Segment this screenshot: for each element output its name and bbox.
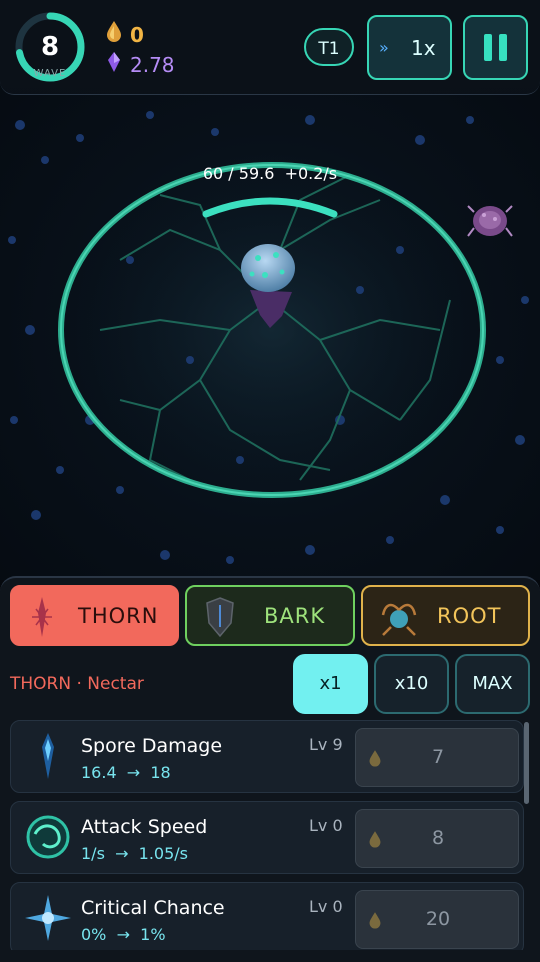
multiplier-max-button[interactable]: MAX xyxy=(455,654,530,714)
upgrade-name: Critical Chance xyxy=(81,897,225,919)
root-orb-icon xyxy=(381,597,417,642)
upgrade-stat-change: 1/s → 1.05/s xyxy=(81,844,189,863)
stat-current: 1/s xyxy=(81,844,105,863)
tab-thorn-label: THORN xyxy=(78,604,159,628)
bark-shield-icon xyxy=(205,597,235,642)
tab-thorn[interactable]: THORN xyxy=(10,585,179,646)
multiplier-x10-button[interactable]: x10 xyxy=(374,654,449,714)
essence-crystal-icon xyxy=(104,52,124,77)
stat-next: 1% xyxy=(140,925,166,944)
tab-root-label: ROOT xyxy=(437,604,502,628)
tier-button[interactable]: T1 xyxy=(304,28,354,66)
pause-button[interactable] xyxy=(463,15,528,80)
upgrade-stat-change: 0% → 1% xyxy=(81,925,166,944)
upgrade-row-spore-damage[interactable]: Spore Damage Lv 9 16.4 → 18 7 xyxy=(10,720,524,793)
upgrade-cost: 8 xyxy=(431,827,445,849)
tab-root[interactable]: ROOT xyxy=(361,585,530,646)
upgrade-level: Lv 0 xyxy=(309,897,343,916)
stat-next: 18 xyxy=(150,763,171,782)
upgrade-level: Lv 0 xyxy=(309,816,343,835)
upgrade-row-critical-chance[interactable]: Critical Chance Lv 0 0% → 1% 20 xyxy=(10,882,524,950)
swirl-orb-icon xyxy=(23,812,73,862)
buy-upgrade-button[interactable]: 20 xyxy=(355,890,519,949)
health-regen: +0.2/s xyxy=(284,164,338,183)
upgrade-list[interactable]: Spore Damage Lv 9 16.4 → 18 7 Attack Spe… xyxy=(10,720,528,950)
tower-health-text: 60 / 59.6 +0.2/s xyxy=(180,164,360,183)
upgrade-row-attack-speed[interactable]: Attack Speed Lv 0 1/s → 1.05/s 8 xyxy=(10,801,524,874)
upgrade-list-scrollbar[interactable] xyxy=(524,722,529,804)
nectar-counter: 0 xyxy=(104,20,144,47)
upgrade-cost: 20 xyxy=(425,908,451,930)
stat-next: 1.05/s xyxy=(138,844,189,863)
health-value: 60 / 59.6 xyxy=(202,164,275,183)
fast-forward-icon: » xyxy=(379,38,389,57)
wave-label: WAVE xyxy=(33,68,67,79)
upgrade-stat-change: 16.4 → 18 xyxy=(81,763,171,782)
upgrade-name: Spore Damage xyxy=(81,735,223,757)
star-burst-icon xyxy=(23,893,73,943)
tab-bark-label: BARK xyxy=(264,604,326,628)
section-subtitle: THORN · Nectar xyxy=(10,674,144,694)
spore-crystal-icon xyxy=(23,731,73,781)
enemy-beetle[interactable] xyxy=(467,205,513,237)
speed-label: 1x xyxy=(411,36,436,60)
stat-current: 0% xyxy=(81,925,107,944)
stat-current: 16.4 xyxy=(81,763,117,782)
multiplier-x1-button[interactable]: x1 xyxy=(293,654,368,714)
thorn-icon xyxy=(30,597,54,642)
tab-bark[interactable]: BARK xyxy=(185,585,355,646)
buy-upgrade-button[interactable]: 7 xyxy=(355,728,519,787)
wave-indicator: 8 WAVE xyxy=(14,11,86,83)
buy-upgrade-button[interactable]: 8 xyxy=(355,809,519,868)
upgrade-level: Lv 9 xyxy=(309,735,343,754)
essence-value: 2.78 xyxy=(130,53,175,77)
essence-counter: 2.78 xyxy=(104,52,175,77)
upgrade-cost: 7 xyxy=(431,746,445,768)
nectar-drop-icon xyxy=(104,20,124,47)
top-bar: 8 WAVE 0 2.78 T1 » 1x xyxy=(0,0,540,95)
game-speed-button[interactable]: » 1x xyxy=(367,15,452,80)
nectar-value: 0 xyxy=(130,23,144,47)
upgrade-name: Attack Speed xyxy=(81,816,208,838)
